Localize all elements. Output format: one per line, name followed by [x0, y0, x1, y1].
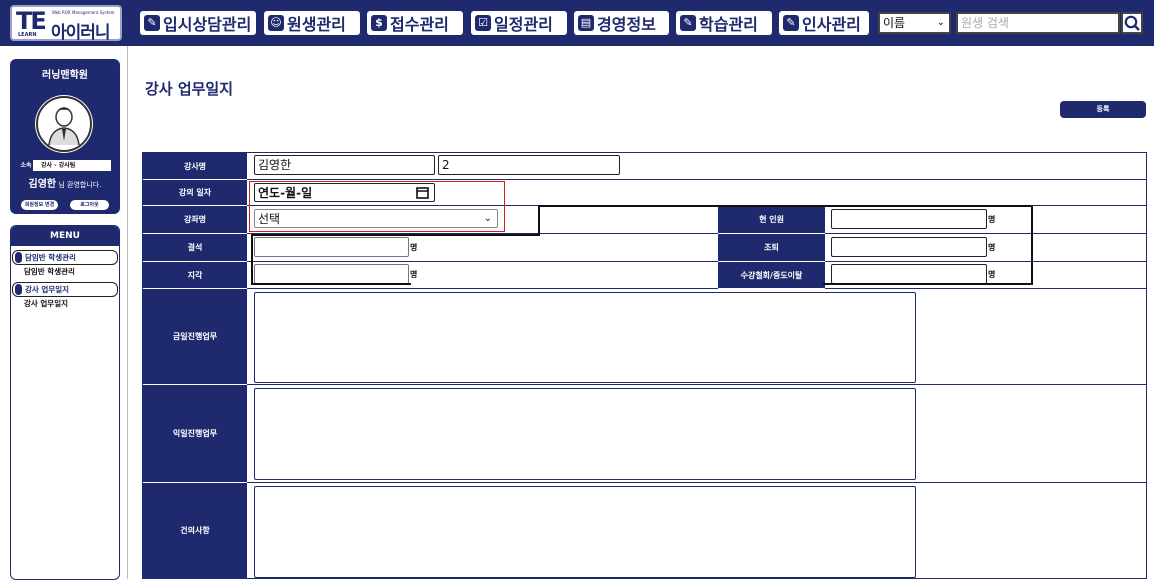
search-field-value: 이름 — [883, 16, 906, 30]
profile-card: 러닝맨학원 소속 강사 - 강사팀 김영한 님 환영합니다. 회원정보 변경 로… — [10, 59, 120, 214]
top-navigation-bar: TE LEARN Web ROR Management System 아이러니 … — [0, 0, 1154, 46]
logout-button[interactable]: 로그아웃 — [70, 200, 109, 210]
lecture-date-input[interactable]: 연도-월-일 — [254, 183, 435, 202]
today-work-textarea[interactable] — [254, 292, 916, 383]
menu-item-homeroom[interactable]: 담임반 학생관리 — [11, 265, 119, 278]
role-row: 소속 강사 - 강사팀 — [19, 160, 111, 171]
academy-name: 러닝맨학원 — [42, 70, 88, 81]
class-name-label: 강좌명 — [143, 206, 247, 234]
nav-hr-management[interactable]: ✎ 인사관리 — [779, 11, 869, 35]
nav-business-info[interactable]: ▤ 경영정보 — [574, 11, 669, 35]
dollar-icon: $ — [371, 15, 387, 31]
class-select[interactable]: 선택 ⌄ — [254, 209, 498, 228]
nav-label: 경영정보 — [597, 15, 656, 34]
nav-label: 입시상담관리 — [163, 15, 252, 34]
withdrawal-unit: 명 — [988, 270, 996, 279]
annotation-line — [823, 283, 1033, 285]
teacher-name-input[interactable]: 김영한 — [254, 155, 435, 175]
nav-label: 학습관리 — [699, 15, 758, 34]
absent-unit: 명 — [410, 243, 418, 252]
current-count-input[interactable] — [831, 209, 987, 229]
chevron-down-icon: ⌄ — [483, 213, 492, 224]
late-unit: 명 — [410, 270, 418, 279]
teacher-name-label: 강사명 — [143, 153, 247, 180]
register-button[interactable]: 등록 — [1060, 101, 1146, 118]
logo-brand-name: 아이러니 — [51, 23, 111, 43]
search-icon — [1124, 15, 1140, 31]
hr-icon: ✎ — [783, 15, 799, 31]
greeting-suffix: 님 환영합니다. — [56, 181, 102, 189]
tomorrow-work-label: 익일진행업무 — [143, 385, 247, 483]
tomorrow-work-textarea[interactable] — [254, 388, 916, 480]
nav-admission-consult[interactable]: ✎ 입시상담관리 — [140, 11, 256, 35]
search-placeholder: 원생 검색 — [961, 16, 1009, 30]
menu-item-worklog[interactable]: 강사 업무일지 — [11, 297, 119, 310]
current-count-label: 현 인원 — [718, 206, 825, 234]
app-logo[interactable]: TE LEARN Web ROR Management System 아이러니 — [10, 5, 122, 43]
search-field-select[interactable]: 이름 ⌄ — [878, 12, 951, 34]
person-icon: ☺ — [268, 15, 284, 31]
nav-label: 인사관리 — [802, 15, 861, 34]
menu-group-worklog[interactable]: 강사 업무일지 — [12, 282, 118, 297]
page-title: 강사 업무일지 — [145, 80, 234, 98]
lecture-date-label: 강의 일자 — [143, 180, 247, 206]
annotation-line — [538, 205, 1033, 207]
today-work-label: 금일진행업무 — [143, 289, 247, 385]
menu-group-homeroom[interactable]: 담임반 학생관리 — [12, 250, 118, 265]
early-leave-input[interactable] — [831, 237, 987, 257]
absent-label: 결석 — [143, 234, 247, 262]
annotation-line — [538, 205, 540, 235]
nav-reception-management[interactable]: $ 접수관리 — [367, 11, 463, 35]
early-leave-unit: 명 — [988, 243, 996, 252]
pencil-icon: ✎ — [144, 15, 160, 31]
early-leave-label: 조퇴 — [718, 234, 825, 262]
late-label: 지각 — [143, 262, 247, 289]
annotation-line — [1031, 205, 1033, 285]
search-input[interactable]: 원생 검색 — [956, 12, 1120, 34]
current-count-unit: 명 — [988, 215, 996, 224]
logo-learn-text: LEARN — [18, 32, 37, 38]
document-icon: ▤ — [578, 15, 594, 31]
annotation-line — [251, 283, 411, 285]
menu-title: MENU — [11, 226, 119, 246]
chevron-down-icon: ⌄ — [936, 17, 945, 28]
nav-schedule-management[interactable]: ☑ 일정관리 — [471, 11, 567, 35]
withdrawal-input[interactable] — [831, 264, 987, 284]
edit-icon: ✎ — [680, 15, 696, 31]
calendar-icon — [416, 187, 429, 199]
avatar — [35, 95, 93, 153]
suggestion-textarea[interactable] — [254, 486, 916, 578]
date-placeholder: 연도-월-일 — [258, 186, 313, 200]
edit-profile-button[interactable]: 회원정보 변경 — [21, 200, 58, 210]
greeting: 김영한 님 환영합니다. — [10, 175, 120, 190]
withdrawal-label: 수강철회/중도이탈 — [718, 262, 825, 289]
side-menu: MENU 담임반 학생관리 담임반 학생관리 강사 업무일지 강사 업무일지 — [10, 225, 120, 580]
late-input[interactable] — [254, 264, 409, 284]
logo-mark: TE — [16, 7, 47, 35]
nav-label: 원생관리 — [287, 15, 346, 34]
role-text: 강사 - 강사팀 — [41, 162, 76, 169]
nav-label: 접수관리 — [390, 15, 449, 34]
search-button[interactable] — [1121, 12, 1143, 34]
suggestion-label: 건의사항 — [143, 483, 247, 579]
worklog-form: 강사명 강의 일자 강좌명 결석 지각 금일진행업무 익일진행업무 건의사항 현… — [142, 152, 1147, 579]
role-tag: 소속 — [19, 160, 33, 171]
logo-system-text: Web ROR Management System — [52, 10, 115, 15]
class-select-value: 선택 — [258, 212, 281, 226]
checkbox-icon: ☑ — [475, 15, 491, 31]
nav-student-management[interactable]: ☺ 원생관리 — [264, 11, 360, 35]
user-name: 김영한 — [28, 179, 57, 190]
annotation-line — [251, 234, 540, 236]
annotation-line — [251, 234, 253, 285]
teacher-avatar-icon — [36, 96, 92, 152]
nav-label: 일정관리 — [494, 15, 553, 34]
nav-learning-management[interactable]: ✎ 학습관리 — [676, 11, 772, 35]
sidebar: 러닝맨학원 소속 강사 - 강사팀 김영한 님 환영합니다. 회원정보 변경 로… — [0, 46, 128, 580]
absent-input[interactable] — [254, 237, 409, 257]
teacher-extra-input[interactable]: 2 — [438, 155, 620, 175]
